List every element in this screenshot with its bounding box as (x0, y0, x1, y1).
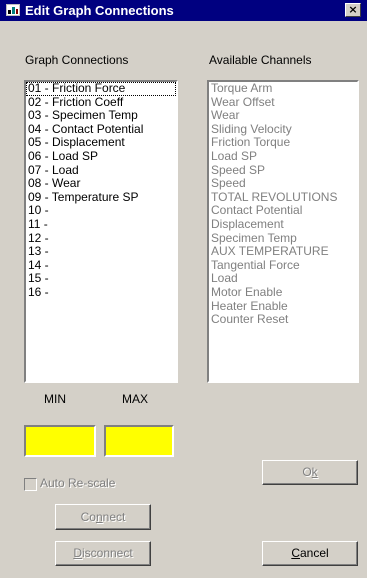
app-icon (6, 4, 20, 16)
graph-connection-item[interactable]: 02 - Friction Coeff (26, 95, 176, 110)
graph-connection-item[interactable]: 09 - Temperature SP (26, 190, 176, 205)
channel-item[interactable]: Friction Torque (209, 136, 357, 150)
available-channels-label: Available Channels (209, 53, 312, 67)
channel-item[interactable]: Sliding Velocity (209, 122, 357, 137)
graph-connections-label: Graph Connections (25, 53, 129, 67)
ok-label-accel: k (311, 465, 318, 479)
graph-connection-item[interactable]: 16 - (26, 285, 176, 300)
graph-connection-item[interactable]: 03 - Specimen Temp (26, 109, 176, 123)
channel-item[interactable]: Torque Arm (209, 82, 357, 96)
window-title: Edit Graph Connections (25, 3, 174, 18)
graph-connection-item[interactable]: 06 - Load SP (26, 149, 176, 164)
cancel-label-accel: C (291, 546, 300, 560)
channel-item[interactable]: Tangential Force (209, 258, 357, 273)
auto-rescale-checkbox[interactable] (24, 478, 37, 491)
graph-connection-item[interactable]: 13 - (26, 245, 176, 259)
ok-label-prefix: O (302, 465, 312, 479)
channel-item[interactable]: Load SP (209, 149, 357, 164)
channel-item[interactable]: Displacement (209, 217, 357, 232)
graph-connection-item[interactable]: 15 - (26, 272, 176, 286)
connect-label-prefix: Co (80, 510, 96, 524)
cancel-label-suffix: ancel (299, 546, 329, 560)
channel-item[interactable]: Specimen Temp (209, 231, 357, 246)
ok-button[interactable]: Ok (262, 460, 358, 485)
disconnect-button[interactable]: Disconnect (55, 541, 151, 566)
channel-item[interactable]: Speed SP (209, 163, 357, 178)
close-icon: × (348, 3, 358, 16)
max-label: MAX (122, 392, 149, 406)
disconnect-label-accel: D (73, 546, 82, 560)
channel-item[interactable]: Load (209, 272, 357, 286)
graph-connection-item[interactable]: 14 - (26, 258, 176, 273)
channel-item[interactable]: AUX TEMPERATURE (209, 245, 357, 259)
graph-connection-item[interactable]: 08 - Wear (26, 177, 176, 191)
min-input[interactable] (24, 425, 96, 457)
channel-item[interactable]: Speed (209, 177, 357, 191)
channel-item[interactable]: Wear Offset (209, 95, 357, 110)
graph-connection-item[interactable]: 01 - Friction Force (26, 82, 176, 96)
channel-item[interactable]: Wear (209, 109, 357, 123)
graph-connections-list[interactable]: 01 - Friction Force 02 - Friction Coeff 03… (24, 80, 178, 383)
channel-item[interactable]: Heater Enable (209, 299, 357, 314)
channel-item[interactable]: Motor Enable (209, 285, 357, 300)
graph-connection-item[interactable]: 07 - Load (26, 163, 176, 178)
graph-connection-item[interactable]: 04 - Contact Potential (26, 122, 176, 137)
max-input[interactable] (104, 425, 174, 457)
connect-label-suffix: nect (102, 510, 126, 524)
disconnect-label-suffix: isconnect (81, 546, 133, 560)
graph-connection-item[interactable]: 05 - Displacement (26, 136, 176, 150)
connect-label-accel: n (95, 510, 103, 524)
title-bar: Edit Graph Connections × (0, 0, 367, 21)
connect-button[interactable]: Connect (55, 504, 151, 530)
graph-connection-item[interactable]: 11 - (26, 217, 176, 232)
channel-item[interactable]: TOTAL REVOLUTIONS (209, 190, 357, 205)
close-button[interactable]: × (345, 3, 361, 17)
channel-item[interactable]: Contact Potential (209, 204, 357, 218)
min-label: MIN (44, 392, 66, 406)
graph-connection-item[interactable]: 10 - (26, 204, 176, 218)
graph-connection-item[interactable]: 12 - (26, 231, 176, 246)
auto-rescale-label: Auto Re-scale (40, 476, 116, 490)
available-channels-list[interactable]: Torque Arm Wear Offset Wear Sliding Velocit… (207, 80, 359, 383)
channel-item[interactable]: Counter Reset (209, 312, 357, 327)
cancel-button[interactable]: Cancel (262, 541, 358, 566)
